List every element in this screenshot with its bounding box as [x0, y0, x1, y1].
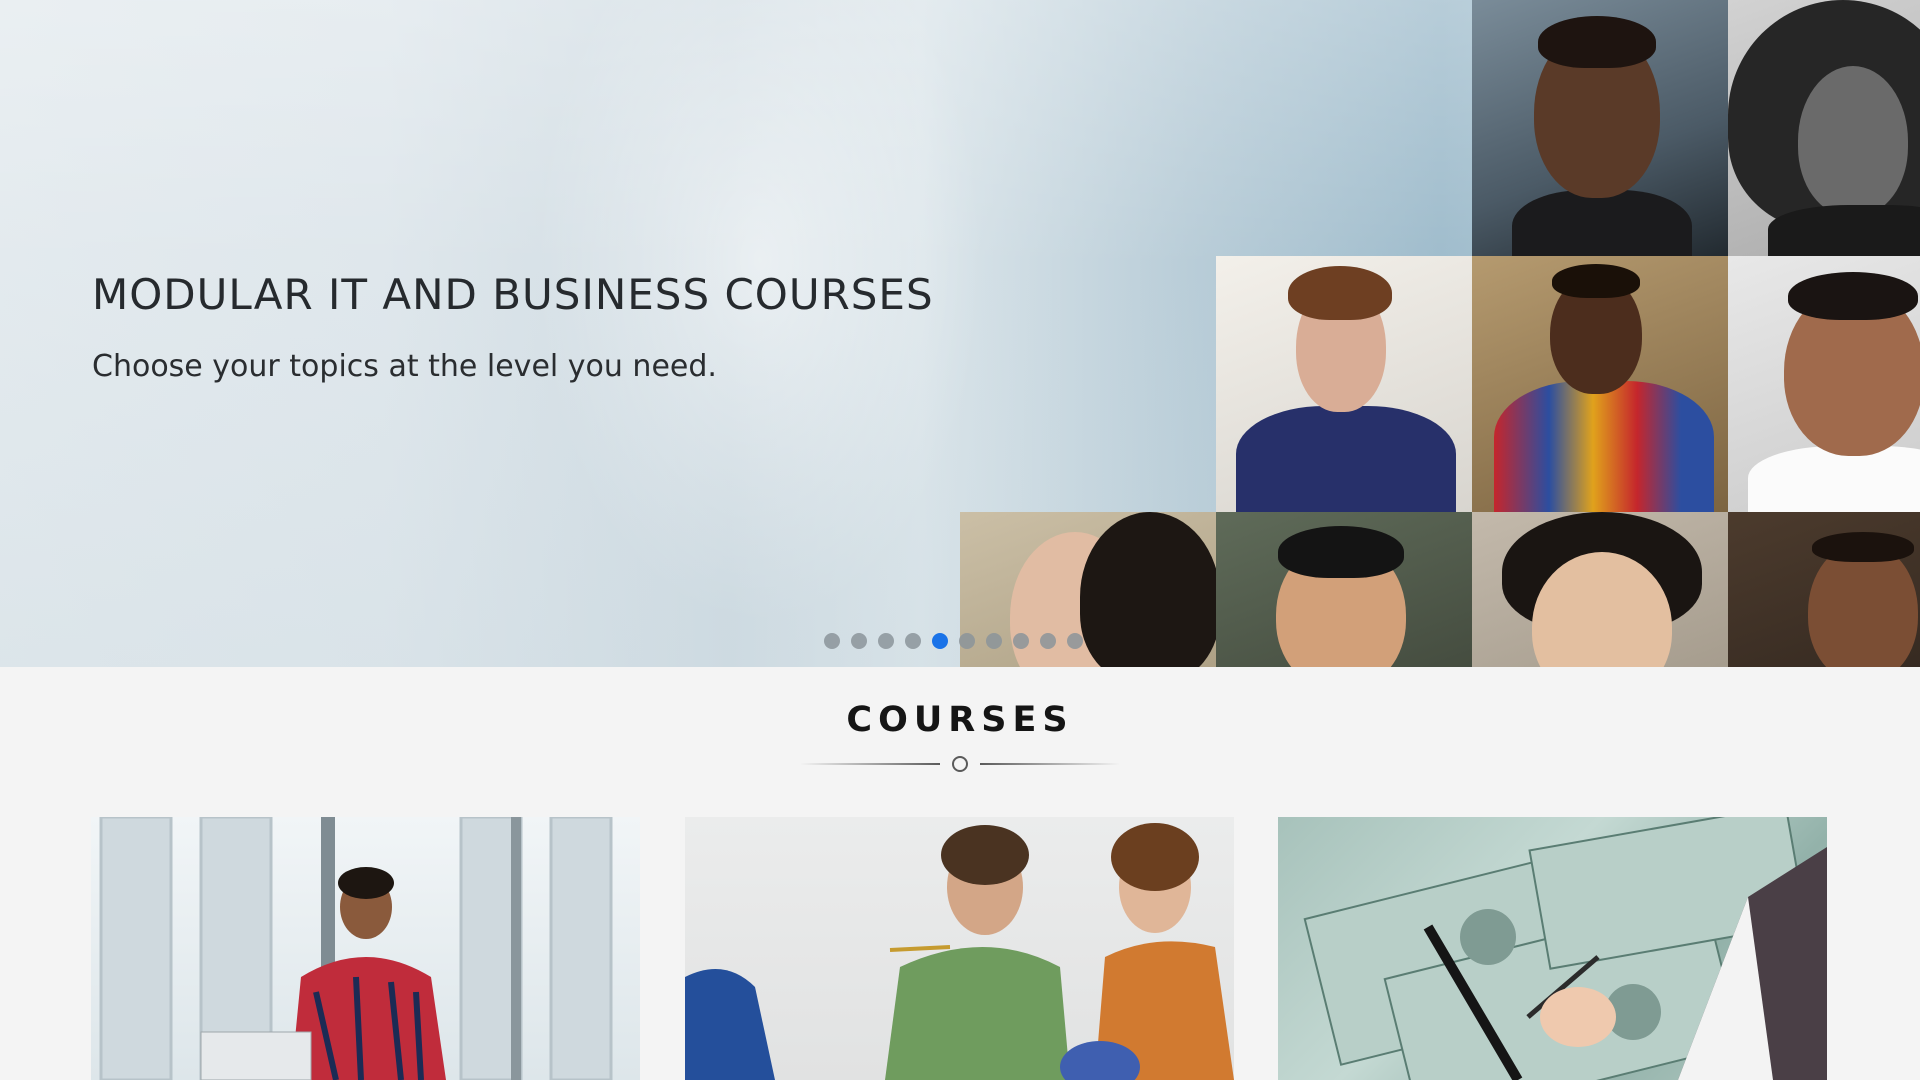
slider-dot[interactable]: [932, 633, 948, 649]
dollar-bills-with-pen-photo: [1303, 817, 1827, 1080]
slider-dot[interactable]: [986, 633, 1002, 649]
slider-dot[interactable]: [1040, 633, 1056, 649]
portrait-photo: [1472, 0, 1728, 256]
two-men-in-meeting-photo: [685, 823, 1234, 1080]
slider-dot[interactable]: [824, 633, 840, 649]
portrait-photo: [1728, 0, 1920, 256]
portrait-photo: [1728, 512, 1920, 667]
slider-dot[interactable]: [878, 633, 894, 649]
portrait-photo: [1472, 512, 1728, 667]
slider-dot[interactable]: [905, 633, 921, 649]
course-card-image[interactable]: [685, 817, 1234, 1080]
slider-dot[interactable]: [1013, 633, 1029, 649]
portrait-photo: [1216, 512, 1472, 667]
hero-subtitle: Choose your topics at the level you need…: [92, 349, 717, 384]
student-with-laptop-photo: [99, 817, 613, 1080]
slider-dot[interactable]: [1067, 633, 1083, 649]
divider-line-left: [800, 763, 940, 765]
heading-divider: [800, 756, 1120, 772]
slider-dot[interactable]: [959, 633, 975, 649]
hero-banner: MODULAR IT AND BUSINESS COURSES Choose y…: [0, 0, 1920, 667]
divider-ring-icon: [952, 756, 968, 772]
courses-heading: COURSES: [846, 700, 1074, 740]
course-card-image[interactable]: [1278, 817, 1827, 1080]
divider-line-right: [980, 763, 1120, 765]
course-card-image[interactable]: [91, 817, 640, 1080]
hero-title: MODULAR IT AND BUSINESS COURSES: [92, 270, 934, 319]
portrait-photo: [1472, 256, 1728, 512]
hero-caption: MODULAR IT AND BUSINESS COURSES Choose y…: [92, 270, 934, 384]
portrait-photo: [1216, 256, 1472, 512]
slider-pagination: [824, 633, 1083, 649]
portrait-photo: [1728, 256, 1920, 512]
slider-dot[interactable]: [851, 633, 867, 649]
